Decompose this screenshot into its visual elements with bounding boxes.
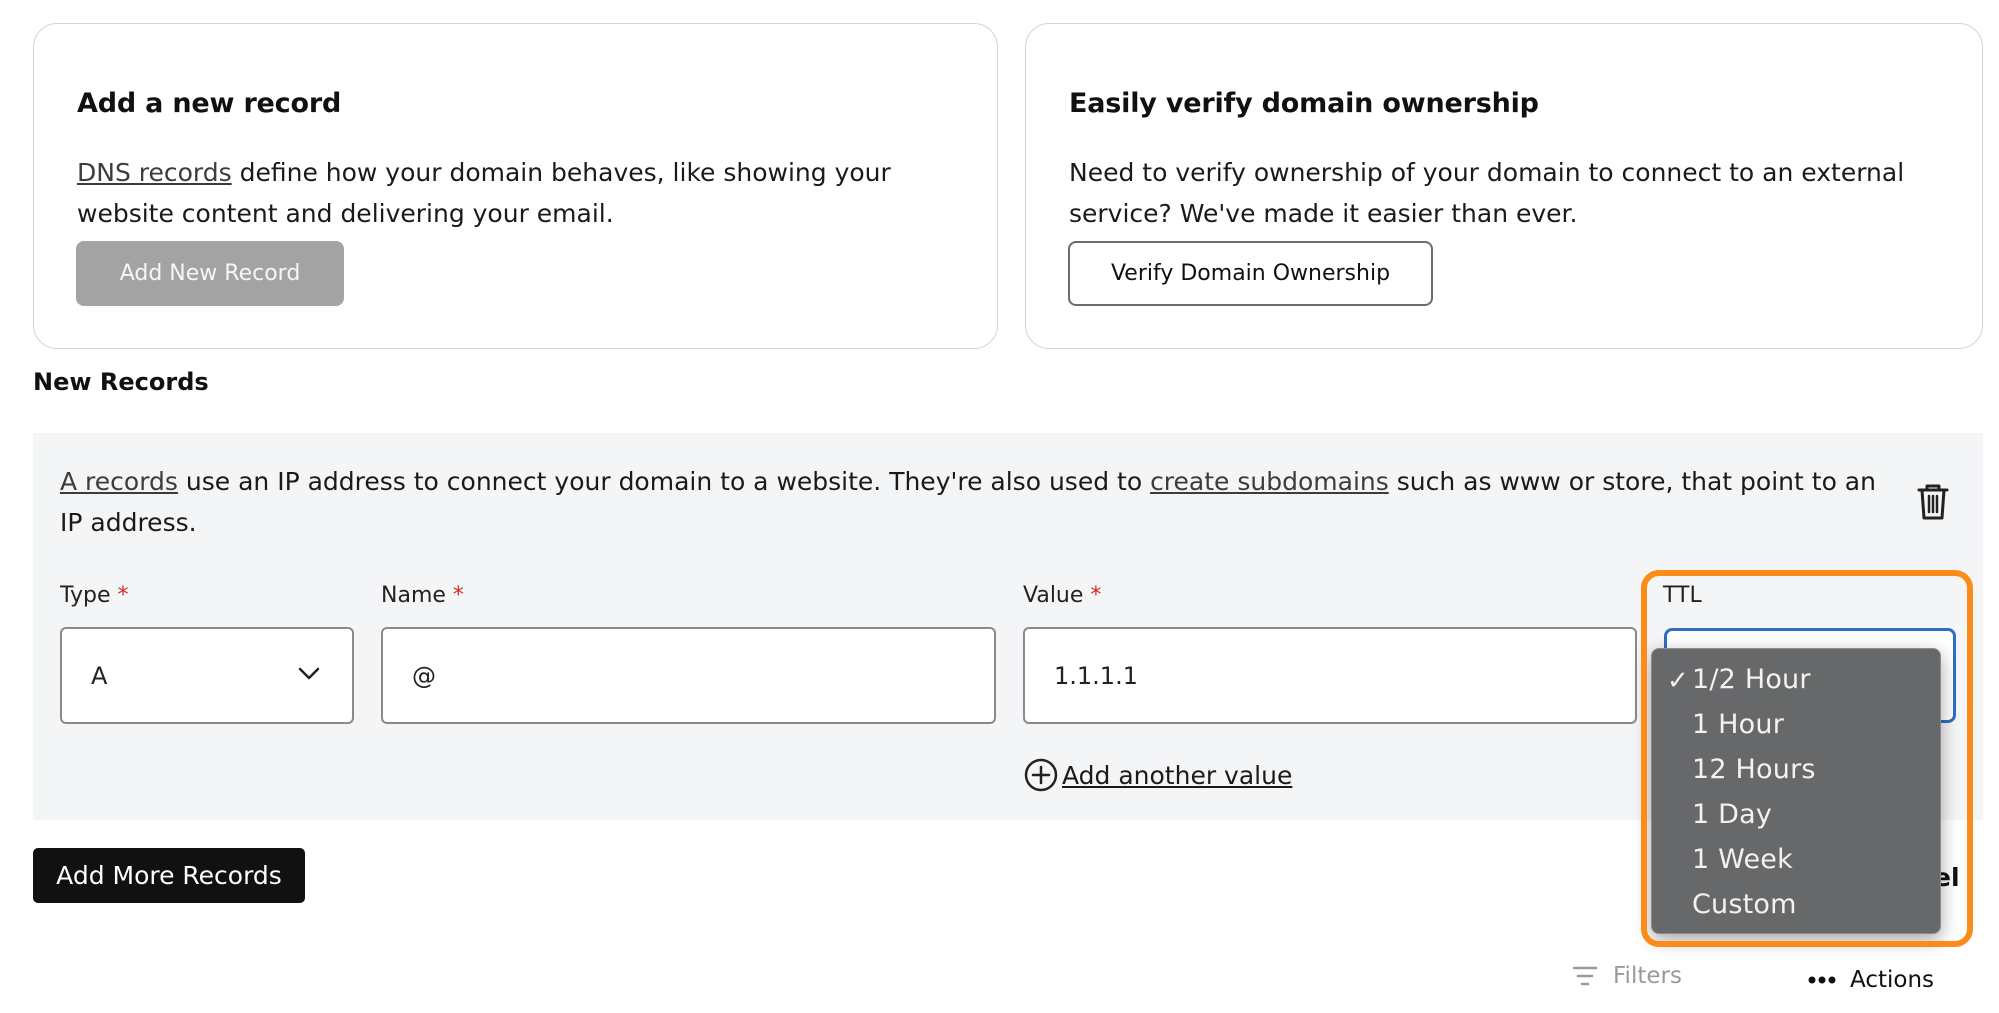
- type-label: Type *: [60, 583, 129, 608]
- type-select[interactable]: A: [60, 627, 354, 724]
- value-required-mark: *: [1090, 583, 1102, 608]
- value-label: Value *: [1023, 583, 1101, 608]
- ttl-option-1-hour[interactable]: 1 Hour: [1692, 709, 1784, 740]
- name-label: Name *: [381, 583, 464, 608]
- create-subdomains-link[interactable]: create subdomains: [1150, 467, 1389, 496]
- a-record-description: A records use an IP address to connect y…: [60, 461, 1890, 543]
- type-value: A: [91, 661, 108, 690]
- add-new-record-button[interactable]: Add New Record: [76, 241, 344, 306]
- type-required-mark: *: [117, 583, 129, 608]
- chevron-down-icon: [298, 667, 320, 680]
- verify-domain-button[interactable]: Verify Domain Ownership: [1068, 241, 1433, 306]
- more-horizontal-icon: [1808, 976, 1836, 984]
- trash-icon[interactable]: [1915, 481, 1951, 521]
- name-input[interactable]: @: [381, 627, 996, 724]
- ttl-option-1-day[interactable]: 1 Day: [1692, 799, 1772, 830]
- type-label-text: Type: [60, 583, 111, 608]
- a-record-text-1: use an IP address to connect your domain…: [177, 467, 1151, 496]
- selected-check-icon: ✓: [1667, 666, 1689, 696]
- ttl-dropdown-menu: ✓ 1/2 Hour 1 Hour 12 Hours 1 Day 1 Week …: [1651, 648, 1941, 934]
- add-another-value-label: Add another value: [1062, 760, 1293, 790]
- add-record-title: Add a new record: [77, 88, 342, 119]
- a-records-link[interactable]: A records: [60, 467, 178, 496]
- add-more-records-button[interactable]: Add More Records: [33, 848, 305, 903]
- name-value: @: [412, 661, 436, 690]
- value-label-text: Value: [1023, 583, 1084, 608]
- filter-icon: [1572, 966, 1598, 986]
- name-required-mark: *: [452, 583, 464, 608]
- verify-domain-card: Easily verify domain ownership Need to v…: [1025, 23, 1983, 349]
- ttl-option-12-hours[interactable]: 12 Hours: [1692, 754, 1816, 785]
- add-record-description: DNS records define how your domain behav…: [77, 152, 957, 234]
- new-records-title: New Records: [33, 368, 209, 396]
- verify-domain-title: Easily verify domain ownership: [1069, 88, 1539, 119]
- actions-button[interactable]: Actions: [1808, 967, 1934, 993]
- filters-button[interactable]: Filters: [1572, 963, 1682, 989]
- add-another-value-link[interactable]: Add another value: [1024, 758, 1292, 792]
- add-record-card: Add a new record DNS records define how …: [33, 23, 998, 349]
- dns-records-link[interactable]: DNS records: [77, 158, 232, 187]
- value-input[interactable]: 1.1.1.1: [1023, 627, 1637, 724]
- value-value: 1.1.1.1: [1054, 661, 1138, 690]
- ttl-option-half-hour[interactable]: 1/2 Hour: [1692, 664, 1811, 695]
- add-circle-icon: [1024, 758, 1058, 792]
- ttl-label: TTL: [1663, 583, 1702, 608]
- filters-label: Filters: [1613, 963, 1682, 989]
- verify-domain-description: Need to verify ownership of your domain …: [1069, 158, 1905, 228]
- ttl-option-1-week[interactable]: 1 Week: [1692, 844, 1793, 875]
- ttl-option-custom[interactable]: Custom: [1692, 889, 1797, 920]
- actions-label: Actions: [1850, 967, 1935, 993]
- name-label-text: Name: [381, 583, 446, 608]
